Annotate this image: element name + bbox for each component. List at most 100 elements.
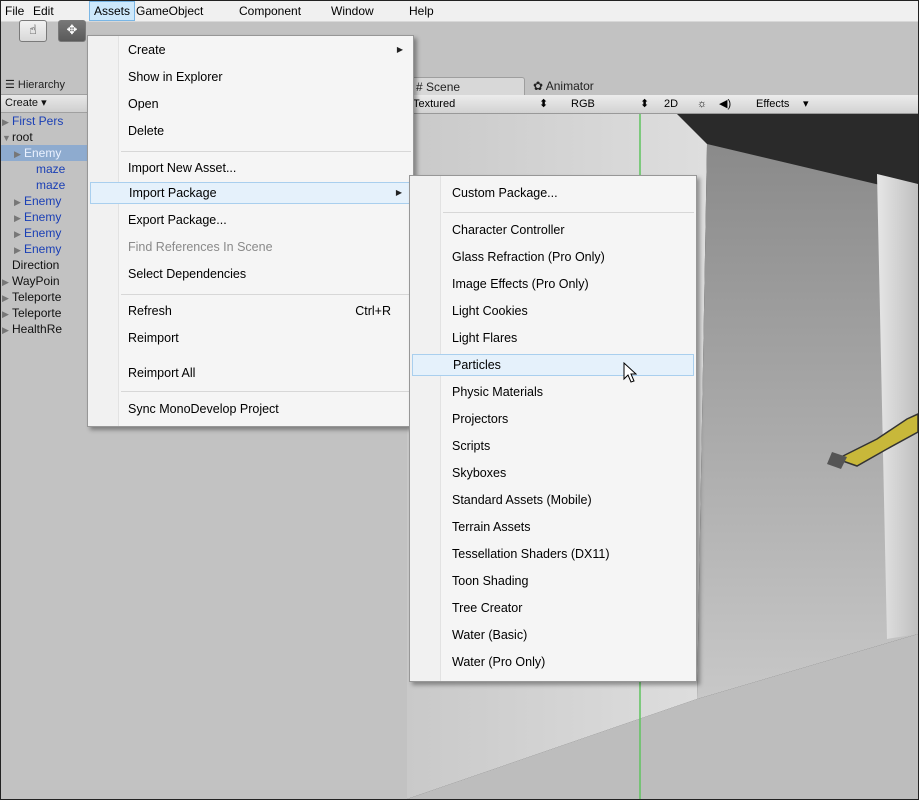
expand-arrow-icon[interactable]: ▶ [2, 306, 12, 322]
import-package-menu-item[interactable]: Glass Refraction (Pro Only) [412, 246, 694, 268]
menu-item-label: Skyboxes [452, 466, 507, 480]
collapse-arrow-icon[interactable]: ▼ [2, 130, 12, 146]
hierarchy-row[interactable]: ▶ HealthRe [1, 321, 62, 337]
expand-arrow-icon[interactable]: ▶ [14, 194, 24, 210]
hierarchy-row[interactable]: maze [1, 177, 65, 193]
import-package-menu-item[interactable]: Character Controller [412, 219, 694, 241]
menu-item-label: Show in Explorer [128, 70, 223, 84]
hierarchy-row[interactable]: ▶ Teleporte [1, 305, 61, 321]
hierarchy-row[interactable]: ▶ Enemy [1, 225, 61, 241]
hierarchy-row[interactable]: ▶ Enemy [1, 241, 61, 257]
grid-icon: # [416, 80, 423, 94]
chevron-updown-icon: ⬍ [640, 98, 650, 110]
menu-item-label: Sync MonoDevelop Project [128, 402, 279, 416]
import-package-menu-item[interactable]: Tree Creator [412, 597, 694, 619]
menu-item-label: Refresh [128, 304, 172, 318]
lighting-icon[interactable]: ☼ [697, 95, 707, 113]
expand-arrow-icon[interactable]: ▶ [2, 114, 12, 130]
tab-animator[interactable]: ✿ Animator [525, 77, 602, 95]
menu-separator [121, 151, 411, 152]
assets-menu-item[interactable]: Export Package... [90, 209, 411, 231]
menu-separator [121, 294, 411, 295]
import-package-menu-item[interactable]: Skyboxes [412, 462, 694, 484]
import-package-menu-item[interactable]: Water (Basic) [412, 624, 694, 646]
assets-menu-item[interactable]: Create ▶ [90, 39, 411, 61]
menu-item-label: Standard Assets (Mobile) [452, 493, 592, 507]
tab-scene[interactable]: # Scene [407, 77, 525, 96]
hand-tool-icon[interactable]: ☝ [19, 20, 47, 42]
hierarchy-row[interactable]: maze [1, 161, 65, 177]
import-package-menu-item[interactable]: Particles [412, 354, 694, 376]
assets-menu-item[interactable]: Import Package ▶ [90, 182, 411, 204]
menu-edit[interactable]: Edit [33, 1, 54, 21]
assets-menu-item[interactable]: Sync MonoDevelop Project [90, 398, 411, 420]
effects-dropdown[interactable]: Effects [756, 95, 789, 113]
import-package-menu-item[interactable]: Image Effects (Pro Only) [412, 273, 694, 295]
render-mode-dropdown[interactable]: RGB [571, 95, 595, 113]
shortcut-label: Ctrl+R [355, 304, 391, 318]
expand-arrow-icon[interactable]: ▶ [14, 226, 24, 242]
import-package-menu-item[interactable]: Light Cookies [412, 300, 694, 322]
import-package-menu-item[interactable]: Standard Assets (Mobile) [412, 489, 694, 511]
toggle-2d-button[interactable]: 2D [664, 95, 678, 113]
hierarchy-row-label: Teleporte [12, 306, 62, 320]
assets-menu-item: Find References In Scene [90, 236, 411, 258]
hierarchy-row-label: Enemy [24, 146, 62, 160]
hierarchy-row[interactable]: ▶ Enemy [1, 193, 61, 209]
hierarchy-row-label: Direction [12, 258, 60, 272]
import-package-menu-item[interactable]: Water (Pro Only) [412, 651, 694, 673]
menu-assets[interactable]: Assets [89, 1, 136, 21]
menu-gameobject[interactable]: GameObject [136, 1, 203, 21]
assets-menu-item[interactable]: Delete [90, 120, 411, 142]
menu-item-label: Particles [453, 358, 501, 372]
hierarchy-row-label: First Pers [12, 114, 64, 128]
dropdown-arrow-icon: ▾ [803, 98, 809, 110]
menu-window[interactable]: Window [331, 1, 374, 21]
import-package-menu-item[interactable]: Tessellation Shaders (DX11) [412, 543, 694, 565]
mouse-cursor-icon [623, 362, 637, 383]
import-package-menu-item[interactable]: Projectors [412, 408, 694, 430]
hierarchy-row-label: HealthRe [12, 322, 63, 336]
hierarchy-row[interactable]: Direction [1, 257, 59, 273]
hierarchy-row[interactable]: ▶ Enemy [1, 209, 61, 225]
assets-menu-item[interactable]: Refresh Ctrl+R [90, 300, 411, 322]
import-package-menu-item[interactable]: Physic Materials [412, 381, 694, 403]
import-package-menu-item[interactable]: Scripts [412, 435, 694, 457]
scene-toolbar: Textured ⬍ RGB ⬍ 2D ☼ ◀) Effects ▾ [407, 95, 918, 114]
hierarchy-row[interactable]: ▶ WayPoin [1, 273, 60, 289]
hierarchy-tab[interactable]: ☰ Hierarchy [5, 78, 65, 94]
hierarchy-row[interactable]: ▼root [1, 129, 33, 145]
assets-menu-item[interactable]: Open [90, 93, 411, 115]
menu-item-label: Export Package... [128, 213, 227, 227]
expand-arrow-icon[interactable]: ▶ [14, 242, 24, 258]
shading-mode-dropdown[interactable]: Textured [413, 95, 455, 113]
move-tool-icon[interactable]: ✥ [58, 20, 86, 42]
audio-icon[interactable]: ◀) [719, 95, 731, 113]
hierarchy-create-button[interactable]: Create ▾ [5, 96, 47, 109]
import-package-menu-item[interactable]: Terrain Assets [412, 516, 694, 538]
menu-item-label: Find References In Scene [128, 240, 273, 254]
menu-separator [443, 212, 694, 213]
expand-arrow-icon[interactable]: ▶ [2, 274, 12, 290]
menu-component[interactable]: Component [239, 1, 301, 21]
hierarchy-row[interactable]: ▶ First Pers [1, 113, 63, 129]
import-package-menu-item[interactable]: Toon Shading [412, 570, 694, 592]
assets-menu-item[interactable]: Reimport [90, 327, 411, 349]
expand-arrow-icon[interactable]: ▶ [2, 290, 12, 306]
menu-item-label: Scripts [452, 439, 491, 453]
menu-file[interactable]: File [5, 1, 24, 21]
menu-item-label: Glass Refraction (Pro Only) [452, 250, 605, 264]
hierarchy-row[interactable]: ▶ Teleporte [1, 289, 61, 305]
assets-menu-item[interactable]: Reimport All [90, 362, 411, 384]
expand-arrow-icon[interactable]: ▶ [2, 322, 12, 338]
expand-arrow-icon[interactable]: ▶ [14, 146, 24, 162]
assets-menu-item[interactable]: Import New Asset... [90, 157, 411, 179]
assets-menu: Create ▶ Show in Explorer Open Delete Import … [87, 35, 414, 427]
menu-help[interactable]: Help [409, 1, 434, 21]
assets-menu-item[interactable]: Select Dependencies [90, 263, 411, 285]
menu-item-label: Character Controller [452, 223, 565, 237]
import-package-menu-item[interactable]: Custom Package... [412, 182, 694, 204]
import-package-menu-item[interactable]: Light Flares [412, 327, 694, 349]
expand-arrow-icon[interactable]: ▶ [14, 210, 24, 226]
assets-menu-item[interactable]: Show in Explorer [90, 66, 411, 88]
